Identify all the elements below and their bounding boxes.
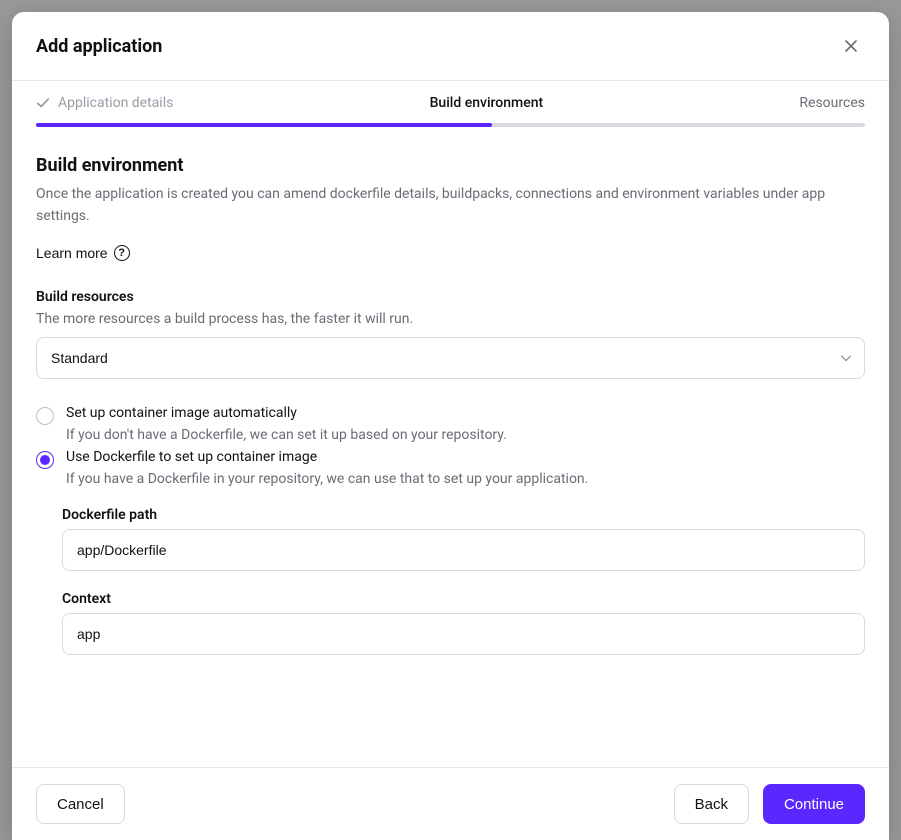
modal-body: Build environment Once the application i…: [12, 127, 889, 767]
modal-footer: Cancel Back Continue: [12, 767, 889, 840]
radio-title: Use Dockerfile to set up container image: [66, 449, 588, 465]
radio-text: Set up container image automatically If …: [66, 405, 507, 443]
radio-input-auto[interactable]: [36, 407, 54, 425]
radio-option-auto[interactable]: Set up container image automatically If …: [36, 405, 865, 443]
wizard-progress: [36, 123, 865, 127]
radio-input-dockerfile[interactable]: [36, 451, 54, 469]
radio-description: If you don't have a Dockerfile, we can s…: [66, 427, 507, 443]
add-application-modal: Add application Application details Buil…: [12, 12, 889, 840]
dockerfile-fields: Dockerfile path Context: [36, 507, 865, 655]
close-button[interactable]: [837, 32, 865, 60]
cancel-button[interactable]: Cancel: [36, 784, 125, 824]
modal-header: Add application: [12, 12, 889, 81]
build-resources-label: Build resources: [36, 289, 865, 305]
step-label: Resources: [799, 95, 865, 111]
modal-title: Add application: [36, 36, 162, 57]
dockerfile-path-field: Dockerfile path: [62, 507, 865, 571]
check-icon: [36, 96, 50, 110]
help-icon: ?: [114, 245, 130, 261]
wizard-steps: Application details Build environment Re…: [12, 81, 889, 111]
section-title: Build environment: [36, 155, 865, 176]
radio-option-dockerfile[interactable]: Use Dockerfile to set up container image…: [36, 449, 865, 487]
radio-description: If you have a Dockerfile in your reposit…: [66, 471, 588, 487]
step-label: Application details: [58, 95, 173, 111]
build-resources-select-wrap: Standard: [36, 337, 865, 379]
container-setup-radio-group: Set up container image automatically If …: [36, 405, 865, 487]
learn-more-link[interactable]: Learn more ?: [36, 245, 130, 261]
context-input[interactable]: [62, 613, 865, 655]
dockerfile-path-input[interactable]: [62, 529, 865, 571]
radio-title: Set up container image automatically: [66, 405, 507, 421]
build-resources-select[interactable]: Standard: [36, 337, 865, 379]
step-resources[interactable]: Resources: [799, 95, 865, 111]
step-application-details[interactable]: Application details: [36, 95, 173, 111]
build-resources-hint: The more resources a build process has, …: [36, 311, 865, 327]
context-field: Context: [62, 591, 865, 655]
continue-button[interactable]: Continue: [763, 784, 865, 824]
dockerfile-path-label: Dockerfile path: [62, 507, 865, 523]
close-icon: [845, 40, 857, 52]
step-build-environment[interactable]: Build environment: [430, 95, 544, 111]
learn-more-label: Learn more: [36, 245, 108, 261]
wizard-progress-fill: [36, 123, 492, 127]
section-description: Once the application is created you can …: [36, 184, 865, 227]
footer-actions: Back Continue: [674, 784, 865, 824]
radio-text: Use Dockerfile to set up container image…: [66, 449, 588, 487]
context-label: Context: [62, 591, 865, 607]
step-label: Build environment: [430, 95, 544, 111]
back-button[interactable]: Back: [674, 784, 749, 824]
